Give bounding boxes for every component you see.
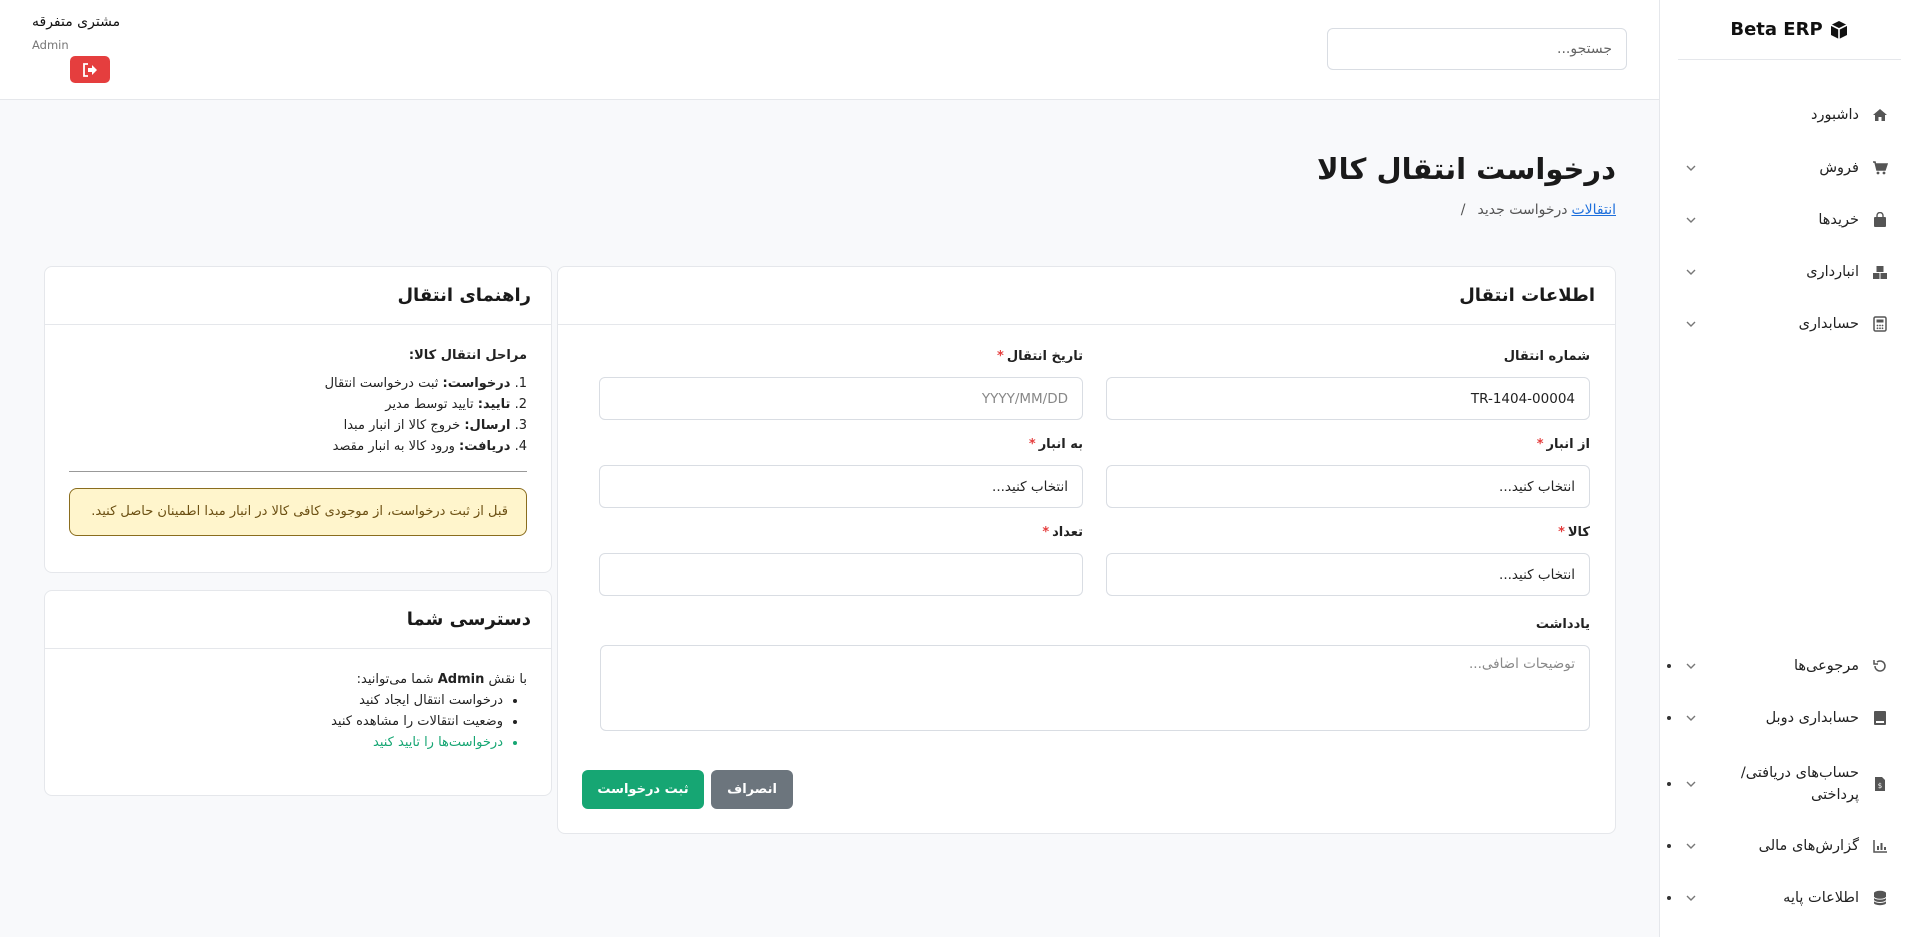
bullet-dot <box>1667 782 1671 786</box>
chevron-down-icon <box>1683 710 1699 726</box>
permission-item-highlighted: درخواست‌ها را تایید کنید <box>69 732 503 753</box>
transfer-date-label: تاریخ انتقال* <box>997 349 1083 364</box>
sidebar-item-returns[interactable]: مرجوعی‌ها <box>1659 644 1919 688</box>
chevron-down-icon <box>1683 264 1699 280</box>
bullet-dot <box>1667 896 1671 900</box>
step-item: 4. دریافت: ورود کالا به انبار مقصد <box>332 439 527 454</box>
chevron-down-icon <box>1683 316 1699 332</box>
sidebar-item-receivables-payables[interactable]: $ حساب‌های دریافتی/پرداختی <box>1659 760 1919 808</box>
brand-name: Beta ERP <box>1730 19 1823 40</box>
undo-icon <box>1871 657 1889 675</box>
note-textarea[interactable]: توضیحات اضافی... <box>600 645 1590 731</box>
calculator-icon <box>1871 315 1889 333</box>
logout-button[interactable] <box>70 56 110 83</box>
transfer-number-field[interactable]: TR-1404-00004 <box>1106 377 1590 420</box>
book-icon <box>1871 709 1889 727</box>
quantity-label: تعداد* <box>1042 525 1083 540</box>
warning-alert: قبل از ثبت درخواست، از موجودی کافی کالا … <box>69 488 527 536</box>
step-item: 2. تایید: تایید توسط مدیر <box>385 397 527 412</box>
sidebar-item-label: داشبورد <box>1811 107 1859 123</box>
from-warehouse-label: از انبار* <box>1536 437 1590 452</box>
transfer-info-card: اطلاعات انتقال شماره انتقال TR-1404-0000… <box>557 266 1616 834</box>
guide-body: مراحل انتقال کالا: 1. درخواست: ثبت درخوا… <box>45 325 551 556</box>
chevron-down-icon <box>1683 890 1699 906</box>
card-title: دسترسی شما <box>45 591 551 649</box>
breadcrumb: انتقالات درخواست جدید / <box>1461 202 1616 218</box>
bullet-dot <box>1667 716 1671 720</box>
chevron-down-icon <box>1683 776 1699 792</box>
submit-request-button[interactable]: ثبت درخواست <box>582 770 704 809</box>
from-warehouse-select[interactable]: انتخاب کنید... <box>1106 465 1590 508</box>
chevron-down-icon <box>1683 838 1699 854</box>
card-title: اطلاعات انتقال <box>558 267 1615 325</box>
sidebar-item-sales[interactable]: فروش <box>1659 146 1919 190</box>
sidebar-item-double-entry[interactable]: حسابداری دوبل <box>1659 696 1919 740</box>
home-icon <box>1871 106 1889 124</box>
sidebar-item-label: انبارداری <box>1806 264 1859 280</box>
chevron-down-icon <box>1683 160 1699 176</box>
breadcrumb-current: درخواست جدید <box>1477 202 1568 218</box>
sidebar-item-label: حساب‌های دریافتی/پرداختی <box>1740 765 1859 803</box>
cube-icon <box>1830 20 1848 39</box>
steps-title: مراحل انتقال کالا: <box>408 348 527 363</box>
brand[interactable]: Beta ERP <box>1678 0 1901 60</box>
step-item: 1. درخواست: ثبت درخواست انتقال <box>324 376 527 391</box>
user-name: مشتری متفرقه <box>32 14 121 30</box>
cancel-button[interactable]: انصراف <box>711 770 793 809</box>
sidebar-item-label: اطلاعات پایه <box>1783 890 1859 906</box>
permissions-list: درخواست انتقال ایجاد کنید وضعیت انتقالات… <box>69 690 503 753</box>
user-role: Admin <box>32 38 69 52</box>
access-body: با نقش Admin شما می‌توانید: درخواست انتق… <box>45 649 551 773</box>
to-warehouse-label: به انبار* <box>1028 437 1083 452</box>
product-label: کالا* <box>1558 525 1590 540</box>
sidebar-item-label: مرجوعی‌ها <box>1793 658 1859 674</box>
sidebar-item-financial-reports[interactable]: گزارش‌های مالی <box>1659 824 1919 868</box>
chart-icon <box>1871 837 1889 855</box>
chevron-down-icon <box>1683 212 1699 228</box>
sign-out-icon <box>83 62 97 77</box>
access-intro: با نقش Admin شما می‌توانید: <box>356 672 527 687</box>
transfer-number-label: شماره انتقال <box>1503 349 1590 364</box>
transfer-date-field[interactable]: YYYY/MM/DD <box>599 377 1083 420</box>
steps-list: 1. درخواست: ثبت درخواست انتقال 2. تایید:… <box>69 373 527 457</box>
svg-text:$: $ <box>1878 782 1882 790</box>
bullet-dot <box>1667 844 1671 848</box>
breadcrumb-separator: / <box>1460 202 1466 218</box>
search-input[interactable] <box>1327 28 1627 70</box>
sidebar-item-label: حسابداری دوبل <box>1765 710 1859 726</box>
sidebar: Beta ERP داشبورد فروش خریدها انبارداری ح… <box>1659 0 1919 937</box>
sidebar-item-label: حسابداری <box>1798 316 1859 332</box>
quantity-field[interactable] <box>599 553 1083 596</box>
breadcrumb-link-transfers[interactable]: انتقالات <box>1571 202 1616 218</box>
note-label: یادداشت <box>1535 617 1590 632</box>
access-card: دسترسی شما با نقش Admin شما می‌توانید: د… <box>44 590 552 796</box>
divider <box>69 471 527 472</box>
invoice-icon: $ <box>1871 775 1889 793</box>
page-title: درخواست انتقال کالا <box>1317 152 1616 186</box>
permission-item: درخواست انتقال ایجاد کنید <box>69 690 503 711</box>
bullet-dot <box>1667 664 1671 668</box>
sidebar-item-accounting[interactable]: حسابداری <box>1659 302 1919 346</box>
permission-item: وضعیت انتقالات را مشاهده کنید <box>69 711 503 732</box>
top-header: مشتری متفرقه Admin <box>0 0 1659 100</box>
boxes-icon <box>1871 263 1889 281</box>
transfer-guide-card: راهنمای انتقال مراحل انتقال کالا: 1. درخ… <box>44 266 552 573</box>
step-item: 3. ارسال: خروج کالا از انبار مبدا <box>343 418 527 433</box>
sidebar-item-label: خریدها <box>1818 212 1859 228</box>
bag-icon <box>1871 211 1889 229</box>
card-title: راهنمای انتقال <box>45 267 551 325</box>
sidebar-item-label: فروش <box>1819 160 1859 176</box>
product-select[interactable]: انتخاب کنید... <box>1106 553 1590 596</box>
to-warehouse-select[interactable]: انتخاب کنید... <box>599 465 1083 508</box>
chevron-down-icon <box>1683 658 1699 674</box>
sidebar-item-dashboard[interactable]: داشبورد <box>1659 93 1919 137</box>
sidebar-item-inventory[interactable]: انبارداری <box>1659 250 1919 294</box>
database-icon <box>1871 889 1889 907</box>
sidebar-item-base-data[interactable]: اطلاعات پایه <box>1659 876 1919 920</box>
sidebar-item-purchases[interactable]: خریدها <box>1659 198 1919 242</box>
cart-icon <box>1871 159 1889 177</box>
sidebar-item-label: گزارش‌های مالی <box>1758 838 1859 854</box>
